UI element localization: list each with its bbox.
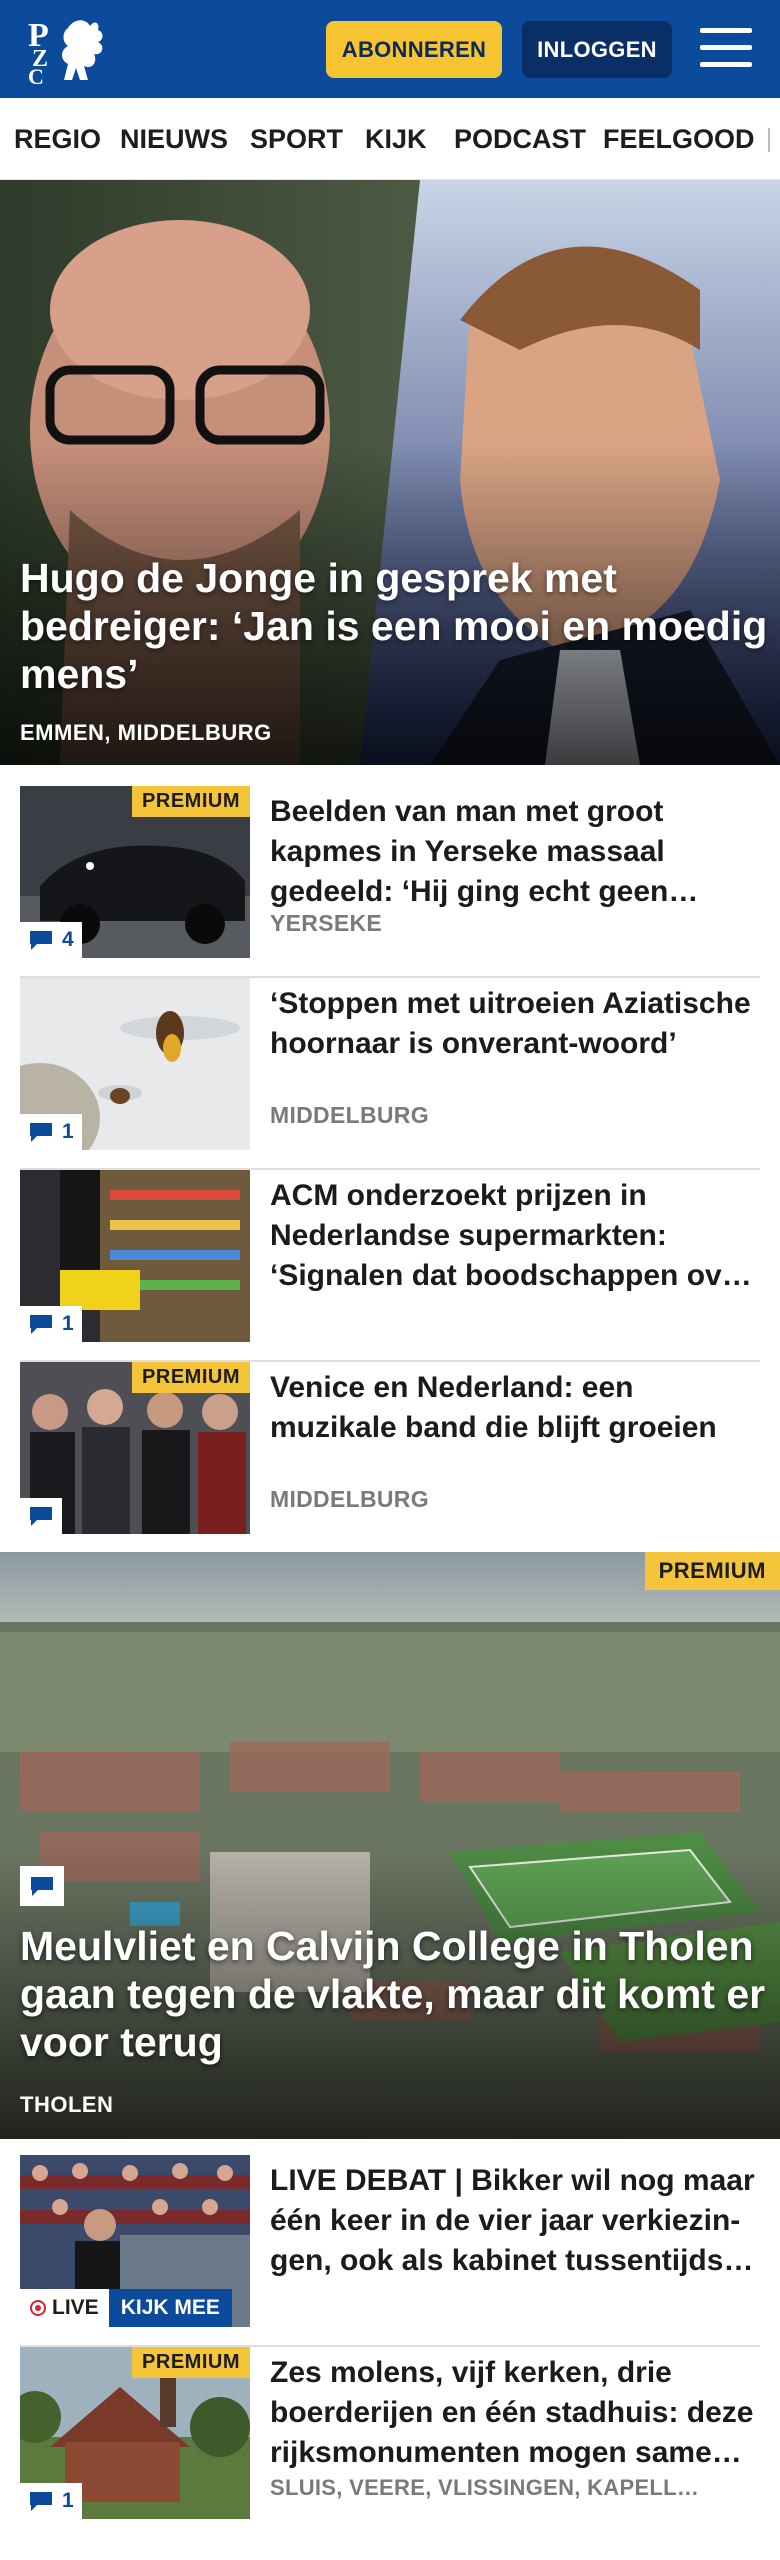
article-thumbnail[interactable]: 1 xyxy=(20,978,250,1150)
comment-count-value: 1 xyxy=(62,1120,74,1143)
nav-item-feelgood[interactable]: FEELGOOD xyxy=(603,124,755,155)
nav-item-sport[interactable]: SPORT xyxy=(250,124,343,155)
article-thumbnail[interactable]: PREMIUM 4 xyxy=(20,786,250,958)
live-bar[interactable]: LIVE KIJK MEE xyxy=(20,2289,232,2327)
list-item[interactable]: PREMIUM Venice en Nederland: een muzikal… xyxy=(20,1362,760,1554)
comment-count[interactable] xyxy=(20,1866,64,1906)
article-location: MIDDELBURG xyxy=(270,1102,429,1128)
hamburger-icon[interactable] xyxy=(700,26,752,70)
article-title[interactable]: LIVE DEBAT | Bikker wil nog maar één kee… xyxy=(270,2161,760,2281)
comment-count[interactable]: 1 xyxy=(20,1306,82,1342)
premium-badge: PREMIUM xyxy=(644,1552,780,1590)
hero-article[interactable]: Hugo de Jonge in gesprek met bedreiger: … xyxy=(0,180,780,765)
article-title[interactable]: ACM onderzoekt prijzen in Nederlandse su… xyxy=(270,1176,760,1296)
comment-icon xyxy=(30,1507,52,1526)
list-item[interactable]: PREMIUM 4 Beelden van man met groot kapm… xyxy=(20,786,760,978)
feature-location: THOLEN xyxy=(20,2092,114,2117)
comment-icon xyxy=(30,931,52,950)
nav-item-kijk[interactable]: KIJK xyxy=(365,124,427,155)
comment-icon xyxy=(31,1877,53,1896)
premium-badge: PREMIUM xyxy=(132,2347,250,2378)
comment-count[interactable] xyxy=(20,1498,62,1534)
article-title[interactable]: Zes molens, vijf kerken, drie boerderije… xyxy=(270,2353,760,2473)
top-bar: P Z C ABONNEREN INLOGGEN xyxy=(0,0,780,98)
live-label: LIVE xyxy=(20,2289,109,2327)
comment-icon xyxy=(30,2492,52,2511)
article-location: SLUIS, VEERE, VLISSINGEN, KAPELL… xyxy=(270,2475,700,2500)
nav-item-nieuws[interactable]: NIEUWS xyxy=(120,124,228,155)
watch-live-button[interactable]: KIJK MEE xyxy=(108,2289,232,2327)
comment-count[interactable]: 1 xyxy=(20,1114,82,1150)
comment-icon xyxy=(30,1315,52,1334)
subscribe-button[interactable]: ABONNEREN xyxy=(326,21,502,78)
list-item[interactable]: 1 ACM onderzoekt prijzen in Nederlandse … xyxy=(20,1170,760,1362)
article-title[interactable]: Venice en Nederland: een muzikale band d… xyxy=(270,1368,760,1448)
nav-divider xyxy=(768,128,770,152)
live-dot-icon xyxy=(30,2300,46,2316)
article-location: MIDDELBURG xyxy=(270,1486,429,1512)
article-thumbnail[interactable]: 1 xyxy=(20,1170,250,1342)
article-thumbnail[interactable]: PREMIUM 1 xyxy=(20,2347,250,2519)
comment-count-value: 4 xyxy=(62,928,74,951)
premium-badge: PREMIUM xyxy=(132,786,250,817)
list-item[interactable]: PREMIUM 1 Zes molens, vijf kerken, drie … xyxy=(20,2347,760,2539)
section-nav: REGIO NIEUWS SPORT KIJK PODCAST FEELGOOD xyxy=(0,98,780,180)
comment-count[interactable]: 1 xyxy=(20,2483,82,2519)
comment-count[interactable]: 4 xyxy=(20,922,82,958)
login-button[interactable]: INLOGGEN xyxy=(522,21,672,78)
list-item[interactable]: LIVE KIJK MEE LIVE DEBAT | Bikker wil no… xyxy=(20,2155,760,2347)
hero-location: EMMEN, MIDDELBURG xyxy=(20,720,272,745)
article-title[interactable]: Beelden van man met groot kapmes in Yers… xyxy=(270,792,760,912)
article-thumbnail[interactable]: LIVE KIJK MEE xyxy=(20,2155,250,2327)
article-location: YERSEKE xyxy=(270,910,383,936)
nav-item-regio[interactable]: REGIO xyxy=(14,124,101,155)
feature-article[interactable]: PREMIUM Meulvliet en Calvijn College in … xyxy=(0,1552,780,2139)
list-item[interactable]: 1 ‘Stoppen met uitroeien Aziatische hoor… xyxy=(20,978,760,1170)
comment-count-value: 1 xyxy=(62,2489,74,2512)
live-text: LIVE xyxy=(52,2296,99,2319)
feature-title[interactable]: Meulvliet en Calvijn College in Tholen g… xyxy=(20,1922,770,2066)
article-thumbnail[interactable]: PREMIUM xyxy=(20,1362,250,1534)
nav-item-podcast[interactable]: PODCAST xyxy=(454,124,586,155)
comment-icon xyxy=(30,1123,52,1142)
hero-title[interactable]: Hugo de Jonge in gesprek met bedreiger: … xyxy=(20,554,770,698)
pzc-logo[interactable]: P Z C xyxy=(28,14,114,89)
svg-text:C: C xyxy=(28,64,44,86)
premium-badge: PREMIUM xyxy=(132,1362,250,1393)
article-title[interactable]: ‘Stoppen met uitroeien Aziatische hoorna… xyxy=(270,984,760,1064)
comment-count-value: 1 xyxy=(62,1312,74,1335)
